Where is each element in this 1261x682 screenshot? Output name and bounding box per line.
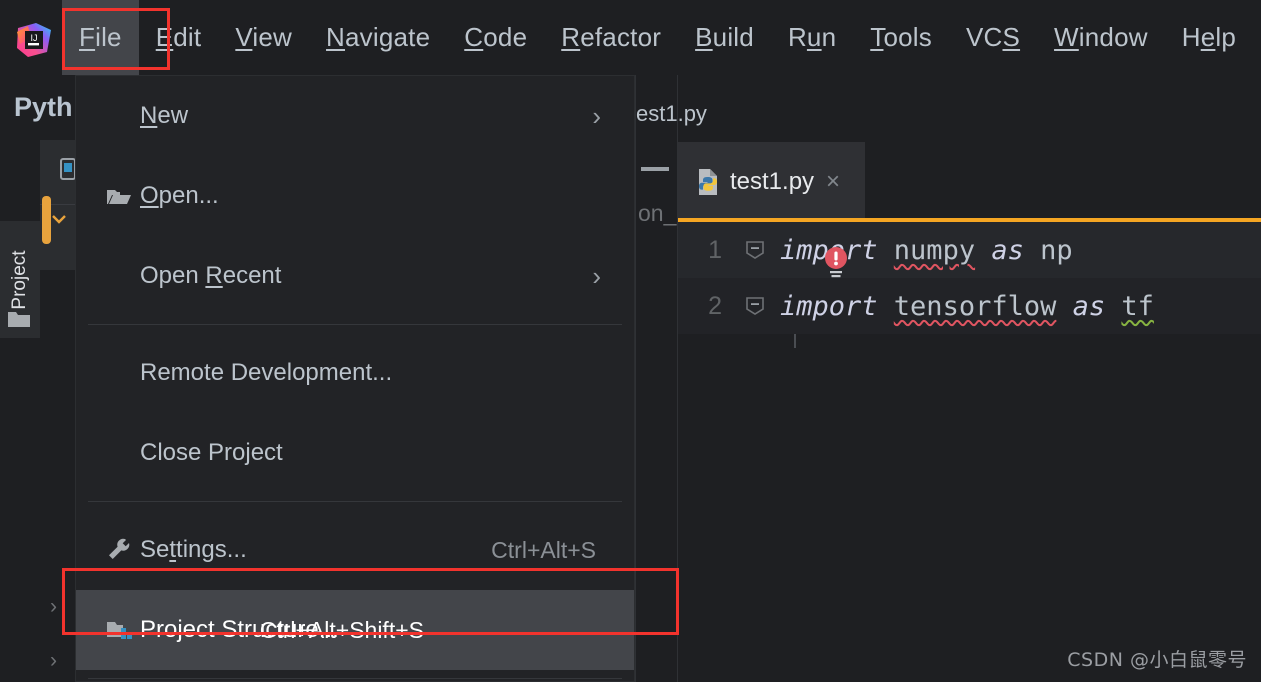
svg-text:IJ: IJ [30,33,37,43]
code-editor[interactable]: 1import numpy as np 2 import tensorflow as… [678,222,1261,682]
menu-run[interactable]: Run [771,0,853,75]
watermark: CSDN @小白鼠零号 [1067,645,1247,672]
project-panel-title: Pyth [14,92,73,123]
menu-item-label: Open Recent [140,262,281,290]
menu-navigate[interactable]: Navigate [309,0,447,75]
menu-item-close-project[interactable]: Close Project [76,413,634,493]
line-number: 2 [678,292,730,321]
folder-open-icon [106,186,140,206]
chevron-down-icon[interactable] [46,206,72,232]
tab-test1-py[interactable]: test1.py × [678,142,865,222]
code-line[interactable]: 1import numpy as np [678,222,1261,278]
wrench-icon [106,537,140,563]
project-structure-icon [106,619,140,641]
file-menu-dropdown[interactable]: New › Open... Open Recent › Remote Developmen… [75,75,635,682]
menu-label: Window [1054,22,1148,53]
truncated-toolbar-label: on_ [638,200,676,227]
menu-label: File [79,22,122,53]
menu-item-remote-development[interactable]: Remote Development... [76,333,634,413]
menu-view[interactable]: View [218,0,309,75]
menu-help[interactable]: Help [1165,0,1253,75]
code-line[interactable]: 2 import tensorflow as tf [678,278,1261,334]
menu-edit[interactable]: Edit [139,0,219,75]
submenu-chevron-icon: › [592,261,601,292]
breadcrumb: est1.py [636,88,707,140]
menu-bar: IJ File Edit View Navigate Code Refactor Build… [0,0,1261,75]
menu-label: Help [1182,22,1236,53]
menu-item-new[interactable]: New › [76,76,634,156]
menu-file[interactable]: File [62,0,139,75]
menu-label: VCS [966,22,1020,53]
menu-label: Edit [156,22,202,53]
menu-item-label: Close Project [140,439,283,467]
menu-separator [88,324,622,325]
code-fold-marker[interactable] [730,222,780,278]
menu-label: Navigate [326,22,430,53]
tab-label: test1.py [730,168,814,196]
chevron-right-icon-2[interactable]: › [50,649,57,673]
menu-item-label: New [140,102,188,130]
menu-bar-items: File Edit View Navigate Code Refactor Build Run… [62,0,1253,75]
project-tab-label: Project [9,250,31,309]
menu-item-shortcut: Ctrl+Alt+Shift+S [260,617,424,644]
code-fold-marker[interactable] [730,278,780,334]
menu-label: View [235,22,292,53]
menu-label: Build [695,22,754,53]
menu-vcs[interactable]: VCS [949,0,1037,75]
divider-menu-left [635,75,636,682]
menu-refactor[interactable]: Refactor [544,0,678,75]
python-file-icon [696,168,720,196]
submenu-chevron-icon: › [592,101,601,132]
menu-label: Run [788,22,836,53]
minimize-icon[interactable] [641,167,669,171]
menu-item-settings[interactable]: Settings... Ctrl+Alt+S [76,510,634,590]
close-icon[interactable]: × [826,168,840,196]
menu-item-open[interactable]: Open... [76,156,634,236]
menu-code[interactable]: Code [447,0,544,75]
code-text: import tensorflow as tf [780,291,1154,322]
menu-item-label: Remote Development... [140,359,392,387]
menu-build[interactable]: Build [678,0,771,75]
chevron-right-icon-1[interactable]: › [50,595,57,619]
menu-item-open-recent[interactable]: Open Recent › [76,236,634,316]
menu-label: Refactor [561,22,661,53]
line-number: 1 [678,236,730,265]
ide-window: IJ File Edit View Navigate Code Refactor Build… [0,0,1261,682]
menu-separator [88,678,622,679]
device-icon [60,158,76,180]
menu-item-label: Settings... [140,536,247,564]
tab-strip-background [865,142,1261,218]
menu-window[interactable]: Window [1037,0,1165,75]
menu-item-label: Open... [140,182,219,210]
breadcrumb-label: est1.py [636,101,707,127]
error-lightbulb-icon[interactable] [822,246,850,280]
menu-tools[interactable]: Tools [853,0,949,75]
folder-icon[interactable] [7,309,31,329]
left-tool-window-strip: Project › › [0,75,40,682]
menu-label: Code [464,22,527,53]
intellij-idea-logo-icon: IJ [14,20,54,60]
menu-separator [88,501,622,502]
menu-label: Tools [870,22,932,53]
menu-item-project-structure[interactable]: Project Structure...Ctrl+Alt+Shift+S [76,590,634,670]
menu-item-shortcut: Ctrl+Alt+S [491,537,596,564]
